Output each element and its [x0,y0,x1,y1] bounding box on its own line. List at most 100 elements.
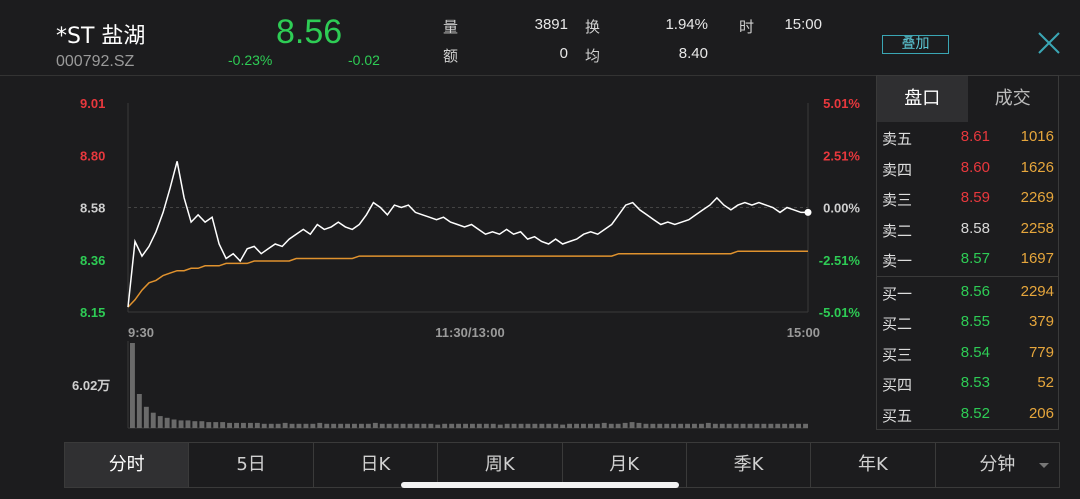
bid-row[interactable]: 买三 8.54 779 [877,338,1058,368]
home-indicator[interactable] [401,482,679,488]
volume-bar [483,423,489,429]
tab-trades[interactable]: 成交 [968,76,1059,122]
volume-bar [643,423,649,429]
volume-bar [747,423,753,429]
volume-bar [372,422,378,428]
order-level-label: 卖五 [882,130,913,148]
volume-bar [712,423,718,429]
tab-daily-k[interactable]: 日K [314,443,439,487]
time-tick-label: 9:30 [128,325,154,340]
volume-bar [601,422,607,428]
volume-bar [248,422,253,428]
volume-bar [220,422,226,429]
volume-bar [289,423,295,429]
volume-bar [699,423,704,429]
volume-bar [136,394,142,428]
volume-bar [553,423,559,429]
volume-bar [449,423,455,429]
volume-bar [407,423,413,429]
volume-bar [796,423,801,429]
overlay-button[interactable]: 叠加 [882,35,949,54]
time-tick-label: 11:30/13:00 [435,325,504,340]
volume-bar [213,422,219,429]
ask-row[interactable]: 卖五 8.61 1016 [877,122,1058,152]
price-tick-label: 8.80 [80,148,105,163]
order-level-label: 买五 [882,406,913,425]
volume-bar [525,423,531,429]
volume-bar [234,422,239,428]
volume-bar [768,423,774,429]
bid-row[interactable]: 买四 8.53 52 [877,368,1058,398]
volume-bar [365,423,371,429]
volume-bar [685,423,690,429]
time-value: 15:00 [784,16,822,33]
volume-bar [400,423,406,429]
volume-bar [782,423,788,429]
order-level-label: 买二 [882,315,913,333]
order-level-price: 8.54 [960,343,990,361]
ask-row[interactable]: 卖二 8.58 2258 [877,214,1058,244]
ask-row[interactable]: 卖一 8.57 1697 [877,244,1058,274]
bid-row[interactable]: 买二 8.55 379 [877,307,1058,337]
price-tick-label: 8.58 [80,201,105,216]
tab-minute[interactable]: 分钟 [936,443,1059,487]
order-level-price: 8.61 [960,128,990,145]
order-level-label: 买一 [882,284,913,303]
volume-bar [594,423,600,429]
tab-yearly-k[interactable]: 年K [811,443,936,487]
volume-bar [359,423,364,429]
volume-bar [775,423,781,429]
volume-bar [164,417,170,428]
volume-bar [324,423,330,429]
volume-bar [504,423,510,429]
volume-bar [435,424,441,428]
order-level-volume: 1016 [1020,128,1054,145]
tab-monthly-k[interactable]: 月K [563,443,687,487]
volume-bar [386,423,392,429]
tab-quarterly-k[interactable]: 季K [687,443,812,487]
intraday-chart[interactable]: 9.01 8.80 8.58 8.36 8.15 5.01% 2.51% 0.00% -2.51… [0,76,870,440]
order-level-label: 卖二 [882,221,913,240]
volume-bar [588,423,593,429]
last-price: 8.56 [276,13,343,51]
tab-order-book[interactable]: 盘口 [877,76,968,122]
tab-weekly-k[interactable]: 周K [438,443,563,487]
volume-bar [539,423,545,429]
bid-row[interactable]: 买一 8.56 2294 [877,277,1058,307]
order-level-price: 8.60 [960,158,990,176]
volume-bar [379,423,385,429]
volume-bar [456,423,461,429]
volume-bar [664,423,670,429]
volume-bar [241,422,246,428]
ask-row[interactable]: 卖四 8.60 1626 [877,153,1058,183]
price-tick-label: 9.01 [80,96,105,111]
bid-row[interactable]: 买五 8.52 206 [877,399,1058,429]
avg-price-label: 均 [585,47,601,65]
tab-5day[interactable]: 5日 [189,443,314,487]
volume-max-label: 6.02万 [72,378,110,393]
volume-label: 量 [443,18,459,36]
percent-tick-label: -5.01% [819,305,861,320]
volume-bar [254,422,260,428]
volume-bar [206,422,212,429]
volume-bar [178,420,184,428]
volume-bar [414,423,420,429]
volume-bar [192,421,198,428]
volume-bar [615,423,621,429]
ask-row[interactable]: 卖三 8.59 2269 [877,183,1058,213]
order-level-volume: 52 [1037,374,1054,391]
percent-tick-label: 5.01% [823,96,860,111]
amount-label: 额 [443,47,459,65]
turnover-label: 换 [585,18,601,36]
volume-bar [130,343,135,428]
stock-code: 000792.SZ [56,53,135,70]
volume-bar [705,422,711,428]
order-level-label: 买四 [882,376,913,394]
close-icon[interactable] [1036,30,1062,56]
volume-bar [227,422,232,428]
volume-bar [310,423,316,429]
order-level-price: 8.58 [960,219,990,237]
tab-intraday[interactable]: 分时 [65,443,190,487]
order-level-volume: 1697 [1020,250,1054,267]
volume-bar [171,419,177,428]
